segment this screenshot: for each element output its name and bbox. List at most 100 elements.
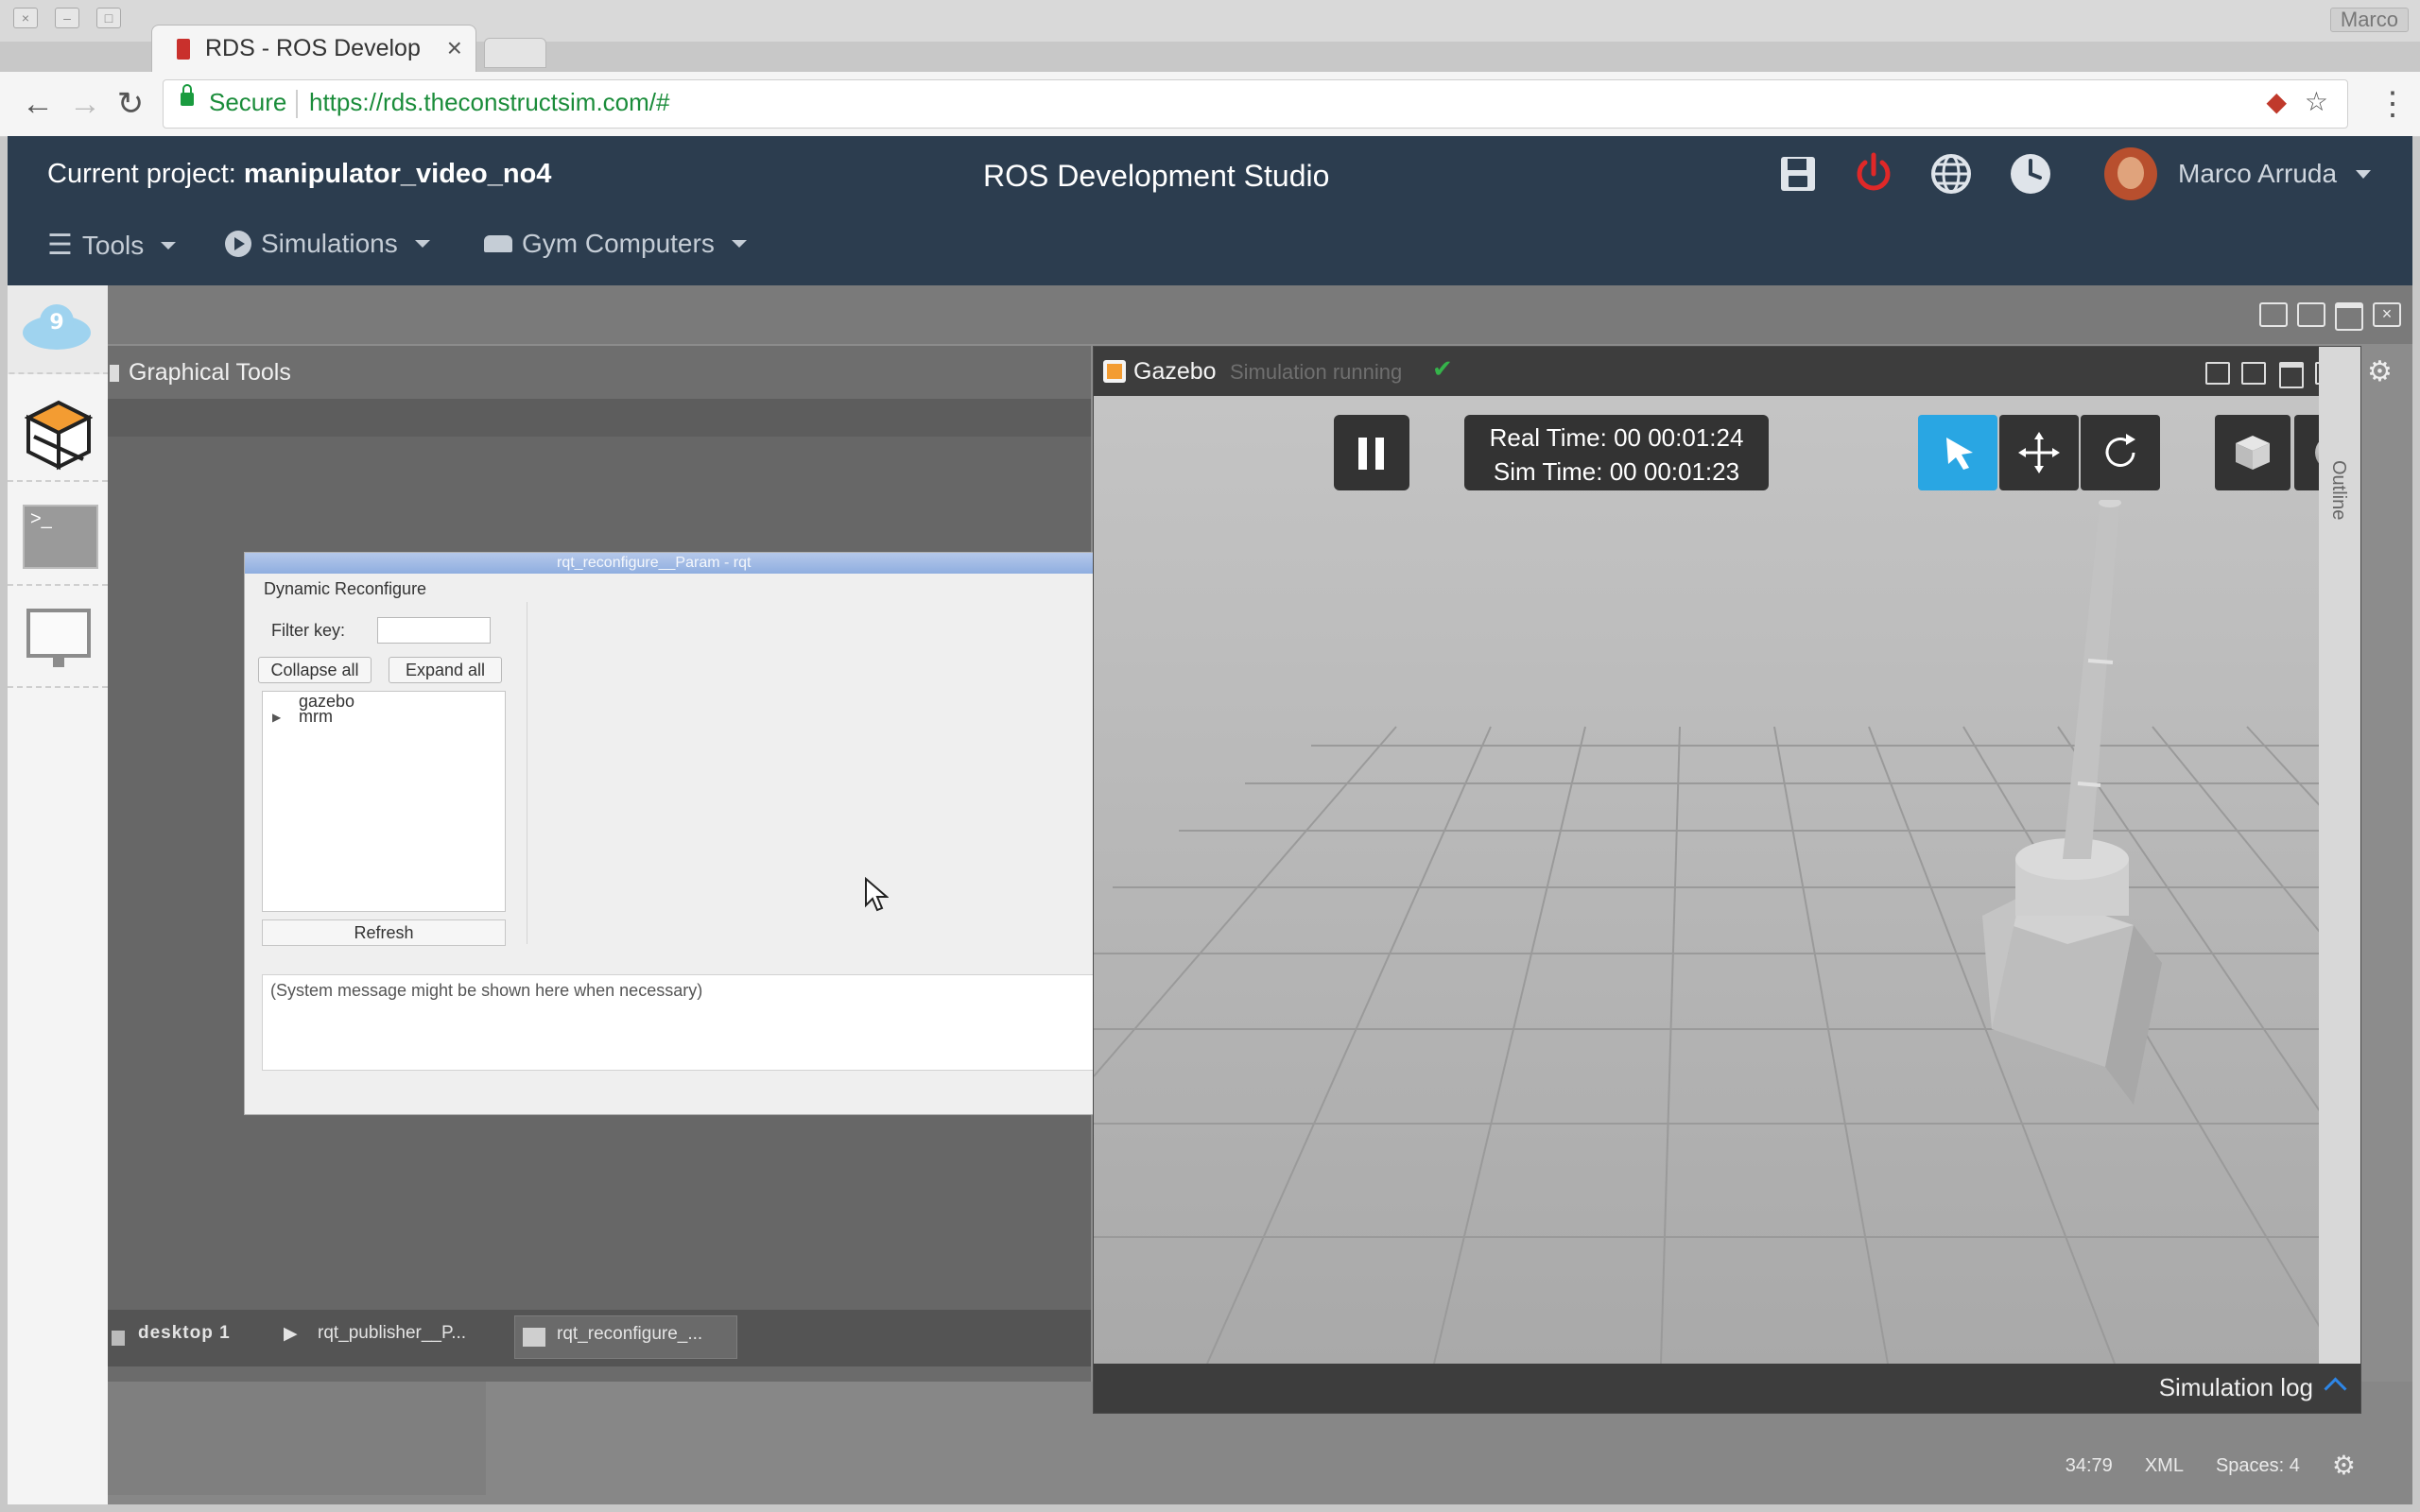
minimize-icon[interactable] [2297,302,2325,327]
rotate-icon [2105,434,2135,467]
expand-all-button[interactable]: Expand all [389,657,502,683]
menu-gym-label: Gym Computers [522,229,715,258]
back-arrow-icon[interactable]: ← [19,85,57,123]
translate-mode-button[interactable] [1999,415,2079,490]
minimize-icon[interactable] [2241,362,2266,385]
reload-icon[interactable]: ↻ [112,85,149,123]
indent-spaces[interactable]: Spaces: 4 [2216,1455,2300,1481]
restore-icon[interactable] [2259,302,2288,327]
globe-icon[interactable] [1927,149,1976,198]
restore-icon[interactable] [2205,362,2230,385]
window-icon [110,365,119,382]
maximize-icon[interactable] [2335,302,2363,331]
sidebar-item-gazebo[interactable] [8,387,108,482]
address-separator [296,90,298,118]
desktop-label[interactable]: desktop 1 [138,1323,231,1344]
close-icon[interactable]: × [2373,302,2401,327]
task-rqt-publisher[interactable]: rqt_publisher__P... [318,1323,466,1344]
workspace-toolbar: × [108,285,2412,344]
pause-button[interactable] [1334,415,1409,490]
browser-menu-icon[interactable]: ⋮ [2377,85,2409,123]
browser-toolbar: ← → ↻ Secure https://rds.theconstructsim… [0,72,2420,137]
user-name[interactable]: Marco Arruda [2178,159,2337,189]
chevron-down-icon [161,241,177,249]
menu-tools[interactable]: ☰ Tools [47,229,177,262]
check-icon: ✔ [1432,354,1453,383]
collapse-all-button[interactable]: Collapse all [258,657,372,683]
url-text[interactable]: https://rds.theconstructsim.com/# [309,88,669,117]
rqt-reconfigure-window[interactable]: rqt_reconfigure__Param - rqt Dynamic Rec… [244,552,1096,1115]
sidebar-item-terminal[interactable]: >_ [8,490,108,586]
forward-arrow-icon[interactable]: → [66,85,104,123]
sidebar-item-graphical-tools[interactable] [8,593,108,688]
gazebo-window: Gazebo Simulation running ✔ × [1093,346,2361,1414]
clock-icon[interactable] [2006,149,2055,198]
desktop-taskbar: desktop 1 ▶ rqt_publisher__P... rqt_reco… [108,1310,1091,1366]
window-maximize-button[interactable]: □ [96,8,121,28]
save-icon[interactable] [1773,149,1823,198]
rqt-titlebar[interactable]: rqt_reconfigure__Param - rqt [245,553,1094,574]
rqt-plugin-title: Dynamic Reconfigure [264,579,427,598]
file-mode[interactable]: XML [2145,1455,2184,1481]
menu-gym-computers[interactable]: Gym Computers [484,229,747,259]
play-icon [225,231,251,257]
svg-text:9: 9 [49,311,63,335]
expand-arrow-icon[interactable]: ▶ [272,711,281,724]
monitor-icon [26,609,91,667]
task-rqt-reconfigure[interactable]: rqt_reconfigure_... [514,1315,737,1359]
gear-icon[interactable]: ⚙ [2332,1450,2356,1481]
play-icon: ▶ [284,1324,298,1344]
terminal-icon: >_ [23,505,98,569]
workspace: × Graphical Tools rqt_reconfigure__Param… [108,285,2412,1504]
hamburger-icon: ☰ [47,230,73,261]
project-prefix: Current project: [47,159,236,189]
left-sidebar: 9 >_ [8,285,140,1504]
select-mode-button[interactable] [1918,415,1997,490]
simulation-log-label: Simulation log [2158,1373,2313,1401]
tab-close-icon[interactable]: × [447,33,462,63]
menu-simulations[interactable]: Simulations [225,229,430,259]
outline-panel-tab[interactable]: Outline [2319,347,2360,1364]
simulation-log-bar[interactable]: Simulation log [1094,1364,2360,1413]
cursor-position: 34:79 [2065,1455,2113,1476]
gear-icon[interactable]: ⚙ [2367,355,2393,388]
menu-simulations-label: Simulations [261,229,398,258]
browser-tab[interactable]: RDS - ROS Develop × [151,25,476,73]
graphical-tools-titlebar: Graphical Tools [108,346,1091,399]
tree-item-mrm[interactable]: mrm [299,707,333,727]
gazebo-3d-viewport[interactable]: Real Time: 00 00:01:24 Sim Time: 00 00:0… [1094,396,2360,1364]
arrow-pointer-icon [1946,438,1973,470]
maximize-icon[interactable] [2279,362,2304,388]
refresh-button[interactable]: Refresh [262,919,506,946]
chevron-down-icon [731,240,747,248]
gazebo-cube-icon [25,400,93,471]
chevron-up-icon[interactable] [2324,1377,2347,1400]
system-message-text: (System message might be shown here when… [270,981,703,1000]
power-icon[interactable] [1849,149,1898,198]
address-bar[interactable]: Secure https://rds.theconstructsim.com/#… [163,79,2348,129]
os-user-badge: Marco [2329,8,2409,32]
bookmark-star-icon[interactable]: ☆ [2305,86,2328,117]
filter-key-input[interactable] [377,617,491,644]
desktop-icon [112,1331,125,1346]
node-tree[interactable]: gazebo ▶ mrm [262,691,506,912]
box-shape-button[interactable] [2215,415,2290,490]
new-tab-button[interactable] [484,38,546,68]
extension-shield-icon[interactable]: ◆ [2266,86,2287,117]
favicon-icon [177,39,190,60]
window-close-button[interactable]: × [13,8,38,28]
chevron-down-icon[interactable] [2356,170,2371,179]
outline-label: Outline [2328,460,2349,521]
gazebo-logo-icon [1103,360,1126,383]
rotate-mode-button[interactable] [2081,415,2160,490]
mouse-pointer-icon [865,877,889,912]
graphical-tools-band [108,399,1091,437]
rqt-task-icon [523,1328,545,1347]
move-icon [2018,432,2060,473]
filter-key-label: Filter key: [271,621,346,640]
window-minimize-button[interactable]: – [55,8,79,28]
cube-icon [2236,436,2270,470]
avatar[interactable] [2104,147,2157,200]
current-project: Current project: manipulator_video_no4 [47,159,551,190]
time-display: Real Time: 00 00:01:24 Sim Time: 00 00:0… [1464,415,1769,490]
